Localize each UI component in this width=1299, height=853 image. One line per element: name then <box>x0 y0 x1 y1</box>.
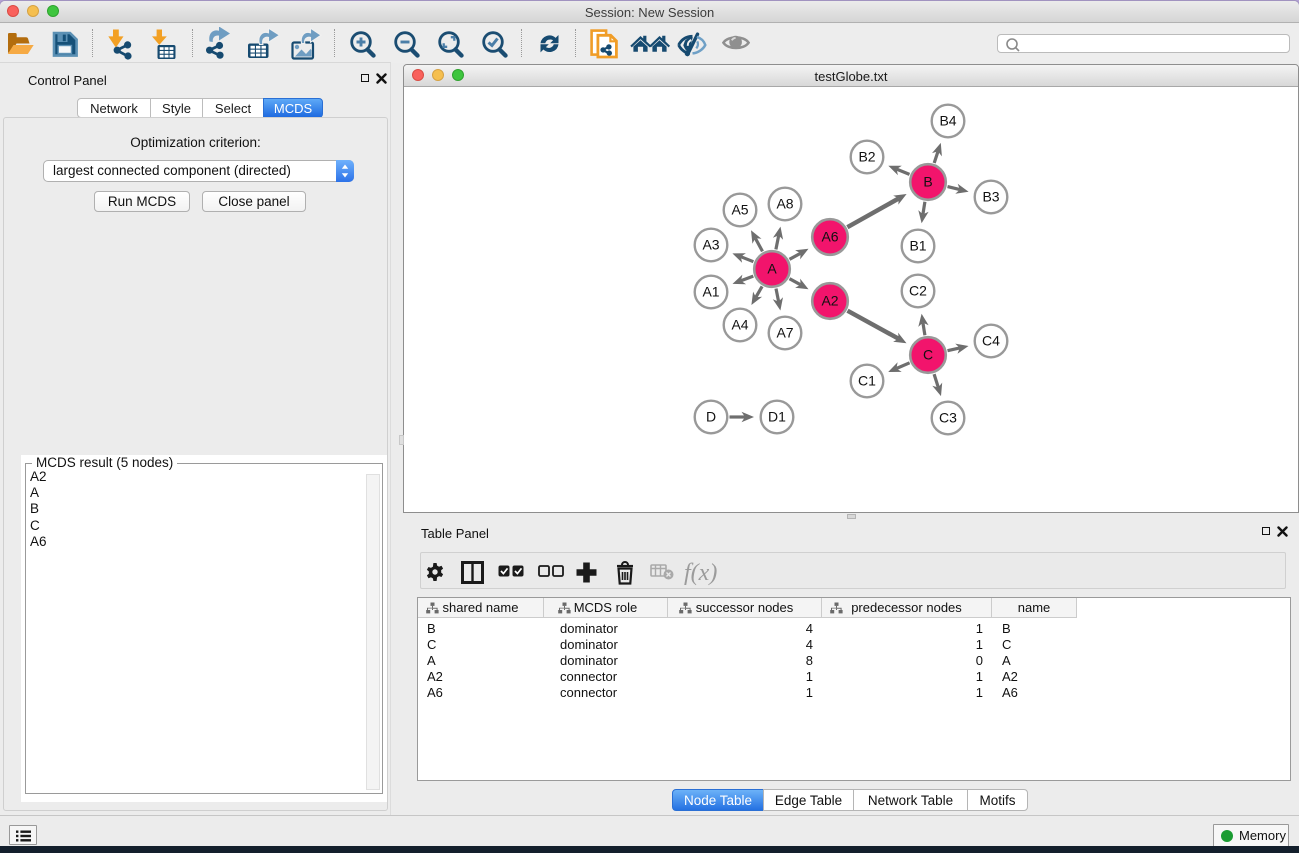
svg-text:B2: B2 <box>858 149 875 165</box>
svg-text:A8: A8 <box>776 196 793 212</box>
svg-text:C4: C4 <box>982 333 1000 349</box>
svg-text:D1: D1 <box>768 409 786 425</box>
svg-text:C: C <box>923 347 933 363</box>
svg-text:A: A <box>767 261 777 277</box>
svg-text:A2: A2 <box>821 293 838 309</box>
svg-text:A6: A6 <box>821 229 838 245</box>
svg-text:A5: A5 <box>731 202 748 218</box>
svg-text:C3: C3 <box>939 410 957 426</box>
svg-text:A3: A3 <box>702 237 719 253</box>
svg-text:A1: A1 <box>702 284 719 300</box>
svg-text:C2: C2 <box>909 283 927 299</box>
svg-text:B: B <box>923 174 932 190</box>
svg-text:A7: A7 <box>776 325 793 341</box>
svg-text:A4: A4 <box>731 317 748 333</box>
svg-text:B1: B1 <box>909 238 926 254</box>
svg-text:C1: C1 <box>858 373 876 389</box>
svg-text:B4: B4 <box>939 113 956 129</box>
svg-text:D: D <box>706 409 716 425</box>
svg-text:B3: B3 <box>982 189 999 205</box>
